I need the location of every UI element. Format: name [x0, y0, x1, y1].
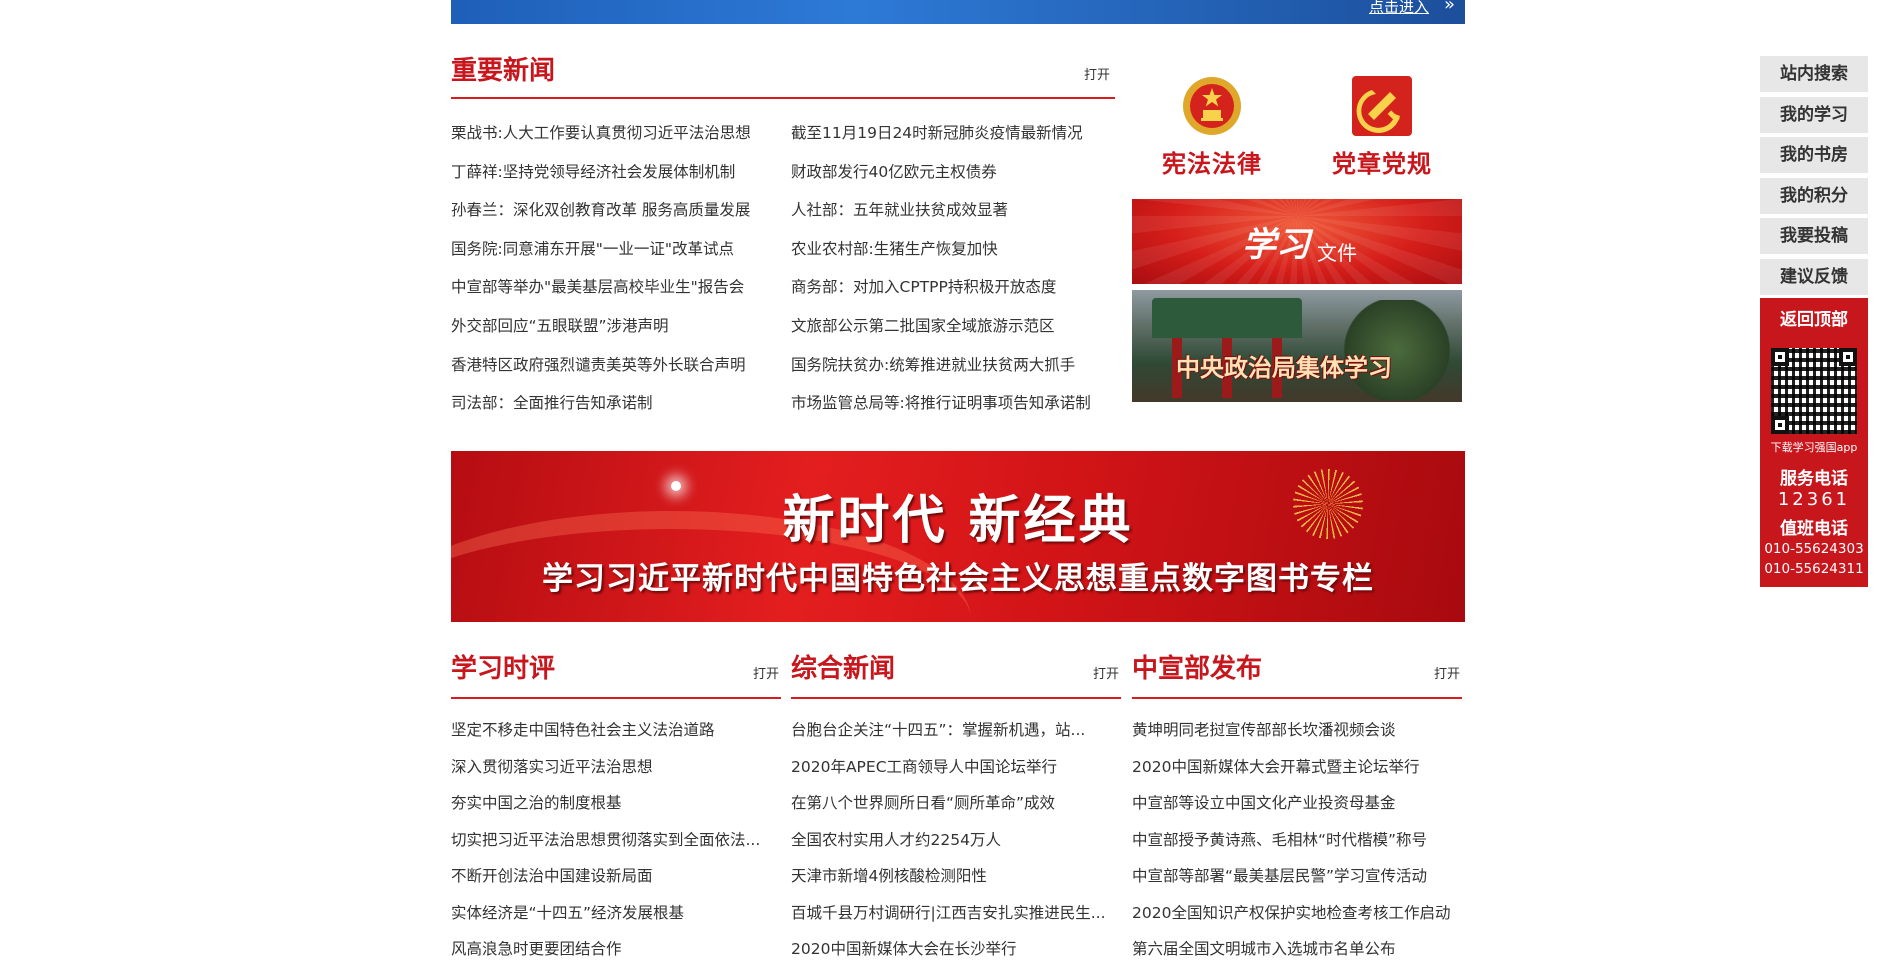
list-item[interactable]: 全国农村实用人才约2254万人: [791, 829, 1116, 866]
constitution-law-link[interactable]: 宪法法律: [1157, 74, 1267, 179]
back-to-top-button[interactable]: 返回顶部: [1760, 298, 1868, 342]
banner-subline: 学习习近平新时代中国特色社会主义思想重点数字图书专栏: [542, 561, 1374, 597]
list-item[interactable]: 中宣部等设立中国文化产业投资母基金: [1132, 792, 1464, 829]
enter-link[interactable]: 点击进入: [1369, 0, 1429, 17]
list-item[interactable]: 市场监管总局等:将推行证明事项告知承诺制: [791, 392, 1121, 431]
double-arrow-icon: »: [1443, 0, 1455, 15]
list-item[interactable]: 人社部：五年就业扶贫成效显著: [791, 199, 1121, 238]
important-news-title: 重要新闻: [451, 56, 556, 86]
list-item[interactable]: 第六届全国文明城市入选城市名单公布: [1132, 938, 1464, 975]
floating-sidebar: 站内搜索 我的学习 我的书房 我的积分 我要投稿 建议反馈 返回顶部 下载学习强…: [1760, 56, 1868, 587]
important-news-rule: [451, 97, 1115, 99]
duty-phone-number-2: 010-55624311: [1764, 561, 1864, 577]
my-study-button[interactable]: 我的学习: [1760, 96, 1868, 133]
qr-code-icon[interactable]: [1771, 348, 1857, 434]
constitution-law-label: 宪法法律: [1162, 149, 1262, 178]
xuexi-file-label: 文件: [1317, 241, 1357, 265]
list-item[interactable]: 不断开创法治中国建设新局面: [451, 865, 781, 902]
list-item[interactable]: 孙春兰：深化双创教育改革 服务高质量发展: [451, 199, 771, 238]
xuexi-file-banner[interactable]: 学习 文件: [1132, 199, 1462, 284]
list-item[interactable]: 黄坤明同老挝宣传部部长坎潘视频会谈: [1132, 719, 1464, 756]
important-news-left-list: 栗战书:人大工作要认真贯彻习近平法治思想 丁薛祥:坚持党领导经济社会发展体制机制…: [451, 122, 771, 431]
duty-phone-number-1: 010-55624303: [1764, 541, 1864, 557]
feedback-button[interactable]: 建议反馈: [1760, 258, 1868, 295]
list-item[interactable]: 截至11月19日24时新冠肺炎疫情最新情况: [791, 122, 1121, 161]
new-era-classics-banner[interactable]: 新时代 新经典 学习习近平新时代中国特色社会主义思想重点数字图书专栏: [451, 451, 1465, 622]
general-news-rule: [791, 697, 1121, 699]
list-item[interactable]: 夯实中国之治的制度根基: [451, 792, 781, 829]
list-item[interactable]: 台胞台企关注“十四五”：掌握新机遇，站...: [791, 719, 1116, 756]
national-emblem-icon: [1183, 77, 1241, 135]
list-item[interactable]: 百城千县万村调研行|江西吉安扎实推进民生...: [791, 902, 1116, 939]
list-item[interactable]: 司法部：全面推行告知承诺制: [451, 392, 771, 431]
party-rules-link[interactable]: 党章党规: [1327, 74, 1437, 179]
list-item[interactable]: 切实把习近平法治思想贯彻落实到全面依法...: [451, 829, 781, 866]
service-phone-title: 服务电话: [1780, 469, 1848, 489]
list-item[interactable]: 风高浪急时更要团结合作: [451, 938, 781, 975]
list-item[interactable]: 财政部发行40亿欧元主权债券: [791, 161, 1121, 200]
banner-headline: 新时代 新经典: [782, 491, 1134, 551]
qr-caption: 下载学习强国app: [1770, 441, 1858, 454]
general-news-open-link[interactable]: 打开: [1093, 663, 1119, 682]
submit-article-button[interactable]: 我要投稿: [1760, 218, 1868, 254]
study-review-rule: [451, 697, 781, 699]
list-item[interactable]: 国务院扶贫办:统筹推进就业扶贫两大抓手: [791, 354, 1121, 393]
list-item[interactable]: 香港特区政府强烈谴责美英等外长联合声明: [451, 354, 771, 393]
site-search-button[interactable]: 站内搜索: [1760, 56, 1868, 92]
list-item[interactable]: 中宣部等举办"最美基层高校毕业生"报告会: [451, 276, 771, 315]
list-item[interactable]: 外交部回应“五眼联盟”涉港声明: [451, 315, 771, 354]
list-item[interactable]: 2020中国新媒体大会在长沙举行: [791, 938, 1116, 975]
politburo-study-label: 中央政治局集体学习: [1176, 353, 1392, 382]
list-item[interactable]: 坚定不移走中国特色社会主义法治道路: [451, 719, 781, 756]
list-item[interactable]: 在第八个世界厕所日看“厕所革命”成效: [791, 792, 1116, 829]
publicity-dept-list: 黄坤明同老挝宣传部部长坎潘视频会谈 2020中国新媒体大会开幕式暨主论坛举行 中…: [1132, 719, 1464, 975]
party-rules-label: 党章党规: [1332, 149, 1432, 178]
party-emblem-icon: [1352, 76, 1412, 136]
duty-phone-title: 值班电话: [1780, 519, 1848, 539]
list-item[interactable]: 天津市新增4例核酸检测阳性: [791, 865, 1116, 902]
general-news-list: 台胞台企关注“十四五”：掌握新机遇，站... 2020年APEC工商领导人中国论…: [791, 719, 1116, 975]
study-review-list: 坚定不移走中国特色社会主义法治道路 深入贯彻落实习近平法治思想 夯实中国之治的制…: [451, 719, 781, 975]
list-item[interactable]: 2020中国新媒体大会开幕式暨主论坛举行: [1132, 756, 1464, 793]
my-points-button[interactable]: 我的积分: [1760, 177, 1868, 214]
list-item[interactable]: 实体经济是“十四五”经济发展根基: [451, 902, 781, 939]
column-title-study-review: 学习时评: [451, 654, 556, 684]
list-item[interactable]: 丁薛祥:坚持党领导经济社会发展体制机制: [451, 161, 771, 200]
app-download-panel: 下载学习强国app 服务电话 12361 值班电话 010-55624303 0…: [1760, 342, 1868, 587]
xuexi-script-text: 学习: [1242, 225, 1310, 265]
service-phone-number: 12361: [1777, 489, 1851, 510]
column-title-general-news: 综合新闻: [791, 654, 896, 684]
list-item[interactable]: 中宣部等部署“最美基层民警”学习宣传活动: [1132, 865, 1464, 902]
list-item[interactable]: 2020全国知识产权保护实地检查考核工作启动: [1132, 902, 1464, 939]
list-item[interactable]: 商务部：对加入CPTPP持积极开放态度: [791, 276, 1121, 315]
list-item[interactable]: 中宣部授予黄诗燕、毛相林“时代楷模”称号: [1132, 829, 1464, 866]
column-title-publicity-dept: 中宣部发布: [1132, 654, 1263, 684]
list-item[interactable]: 2020年APEC工商领导人中国论坛举行: [791, 756, 1116, 793]
important-news-right-list: 截至11月19日24时新冠肺炎疫情最新情况 财政部发行40亿欧元主权债券 人社部…: [791, 122, 1121, 431]
politburo-study-banner[interactable]: 中央政治局集体学习: [1132, 290, 1462, 402]
list-item[interactable]: 深入贯彻落实习近平法治思想: [451, 756, 781, 793]
list-item[interactable]: 文旅部公示第二批国家全域旅游示范区: [791, 315, 1121, 354]
list-item[interactable]: 农业农村部:生猪生产恢复加快: [791, 238, 1121, 277]
top-banner[interactable]: 点击进入 »: [451, 0, 1465, 24]
study-review-open-link[interactable]: 打开: [753, 663, 779, 682]
important-news-open-link[interactable]: 打开: [1084, 64, 1110, 83]
list-item[interactable]: 国务院:同意浦东开展"一业一证"改革试点: [451, 238, 771, 277]
my-bookshelf-button[interactable]: 我的书房: [1760, 137, 1868, 173]
list-item[interactable]: 栗战书:人大工作要认真贯彻习近平法治思想: [451, 122, 771, 161]
publicity-dept-open-link[interactable]: 打开: [1434, 663, 1460, 682]
publicity-dept-rule: [1132, 697, 1462, 699]
